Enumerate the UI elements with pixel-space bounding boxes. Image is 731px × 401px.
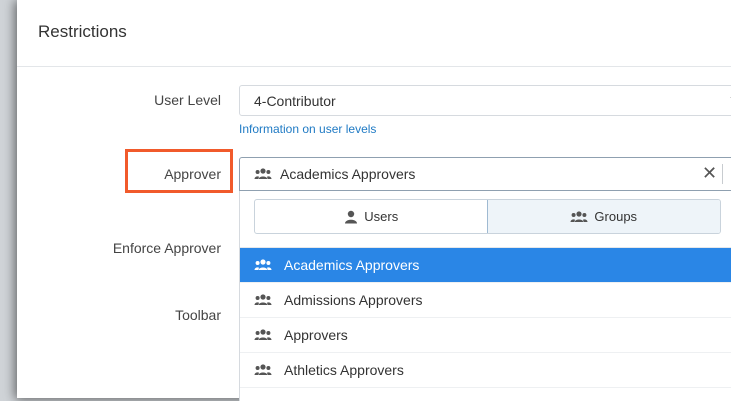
panel-title: Restrictions	[38, 22, 127, 41]
option-list: Academics Approvers Admissions Approvers	[240, 247, 731, 388]
panel-header: Restrictions	[17, 0, 731, 67]
group-icon	[254, 364, 272, 375]
user-level-value: 4-Contributor	[254, 93, 336, 109]
select-divider	[722, 164, 723, 184]
option-admissions-approvers[interactable]: Admissions Approvers	[240, 283, 731, 318]
users-toggle-button[interactable]: Users	[255, 200, 488, 233]
approver-value: Academics Approvers	[280, 166, 416, 182]
users-groups-toggle: Users Groups	[254, 199, 721, 234]
option-athletics-approvers[interactable]: Athletics Approvers	[240, 353, 731, 388]
clear-icon[interactable]: ✕	[702, 163, 717, 184]
option-label: Approvers	[284, 327, 348, 343]
user-level-select[interactable]: 4-Contributor	[239, 85, 731, 116]
approver-dropdown: Users Groups Academics Approvers Admissi…	[239, 191, 731, 401]
option-label: Academics Approvers	[284, 257, 420, 273]
group-icon	[254, 329, 272, 340]
option-academics-approvers[interactable]: Academics Approvers	[240, 248, 731, 283]
user-icon	[345, 210, 358, 223]
option-approvers[interactable]: Approvers	[240, 318, 731, 353]
option-label: Athletics Approvers	[284, 362, 404, 378]
approver-label: Approver	[164, 166, 221, 182]
groups-toggle-button[interactable]: Groups	[486, 200, 720, 233]
user-levels-info-link[interactable]: Information on user levels	[239, 122, 376, 136]
groups-toggle-label: Groups	[594, 209, 638, 224]
group-icon	[254, 168, 272, 179]
toolbar-label: Toolbar	[175, 307, 221, 323]
approver-select[interactable]: Academics Approvers ✕	[239, 157, 731, 191]
group-icon	[254, 259, 272, 270]
user-level-label: User Level	[154, 92, 221, 108]
users-toggle-label: Users	[364, 209, 399, 224]
option-label: Admissions Approvers	[284, 292, 423, 308]
group-icon	[570, 210, 588, 222]
restrictions-panel: Restrictions User Level 4-Contributor In…	[17, 0, 731, 401]
group-icon	[254, 294, 272, 305]
enforce-approver-label: Enforce Approver	[112, 240, 221, 256]
